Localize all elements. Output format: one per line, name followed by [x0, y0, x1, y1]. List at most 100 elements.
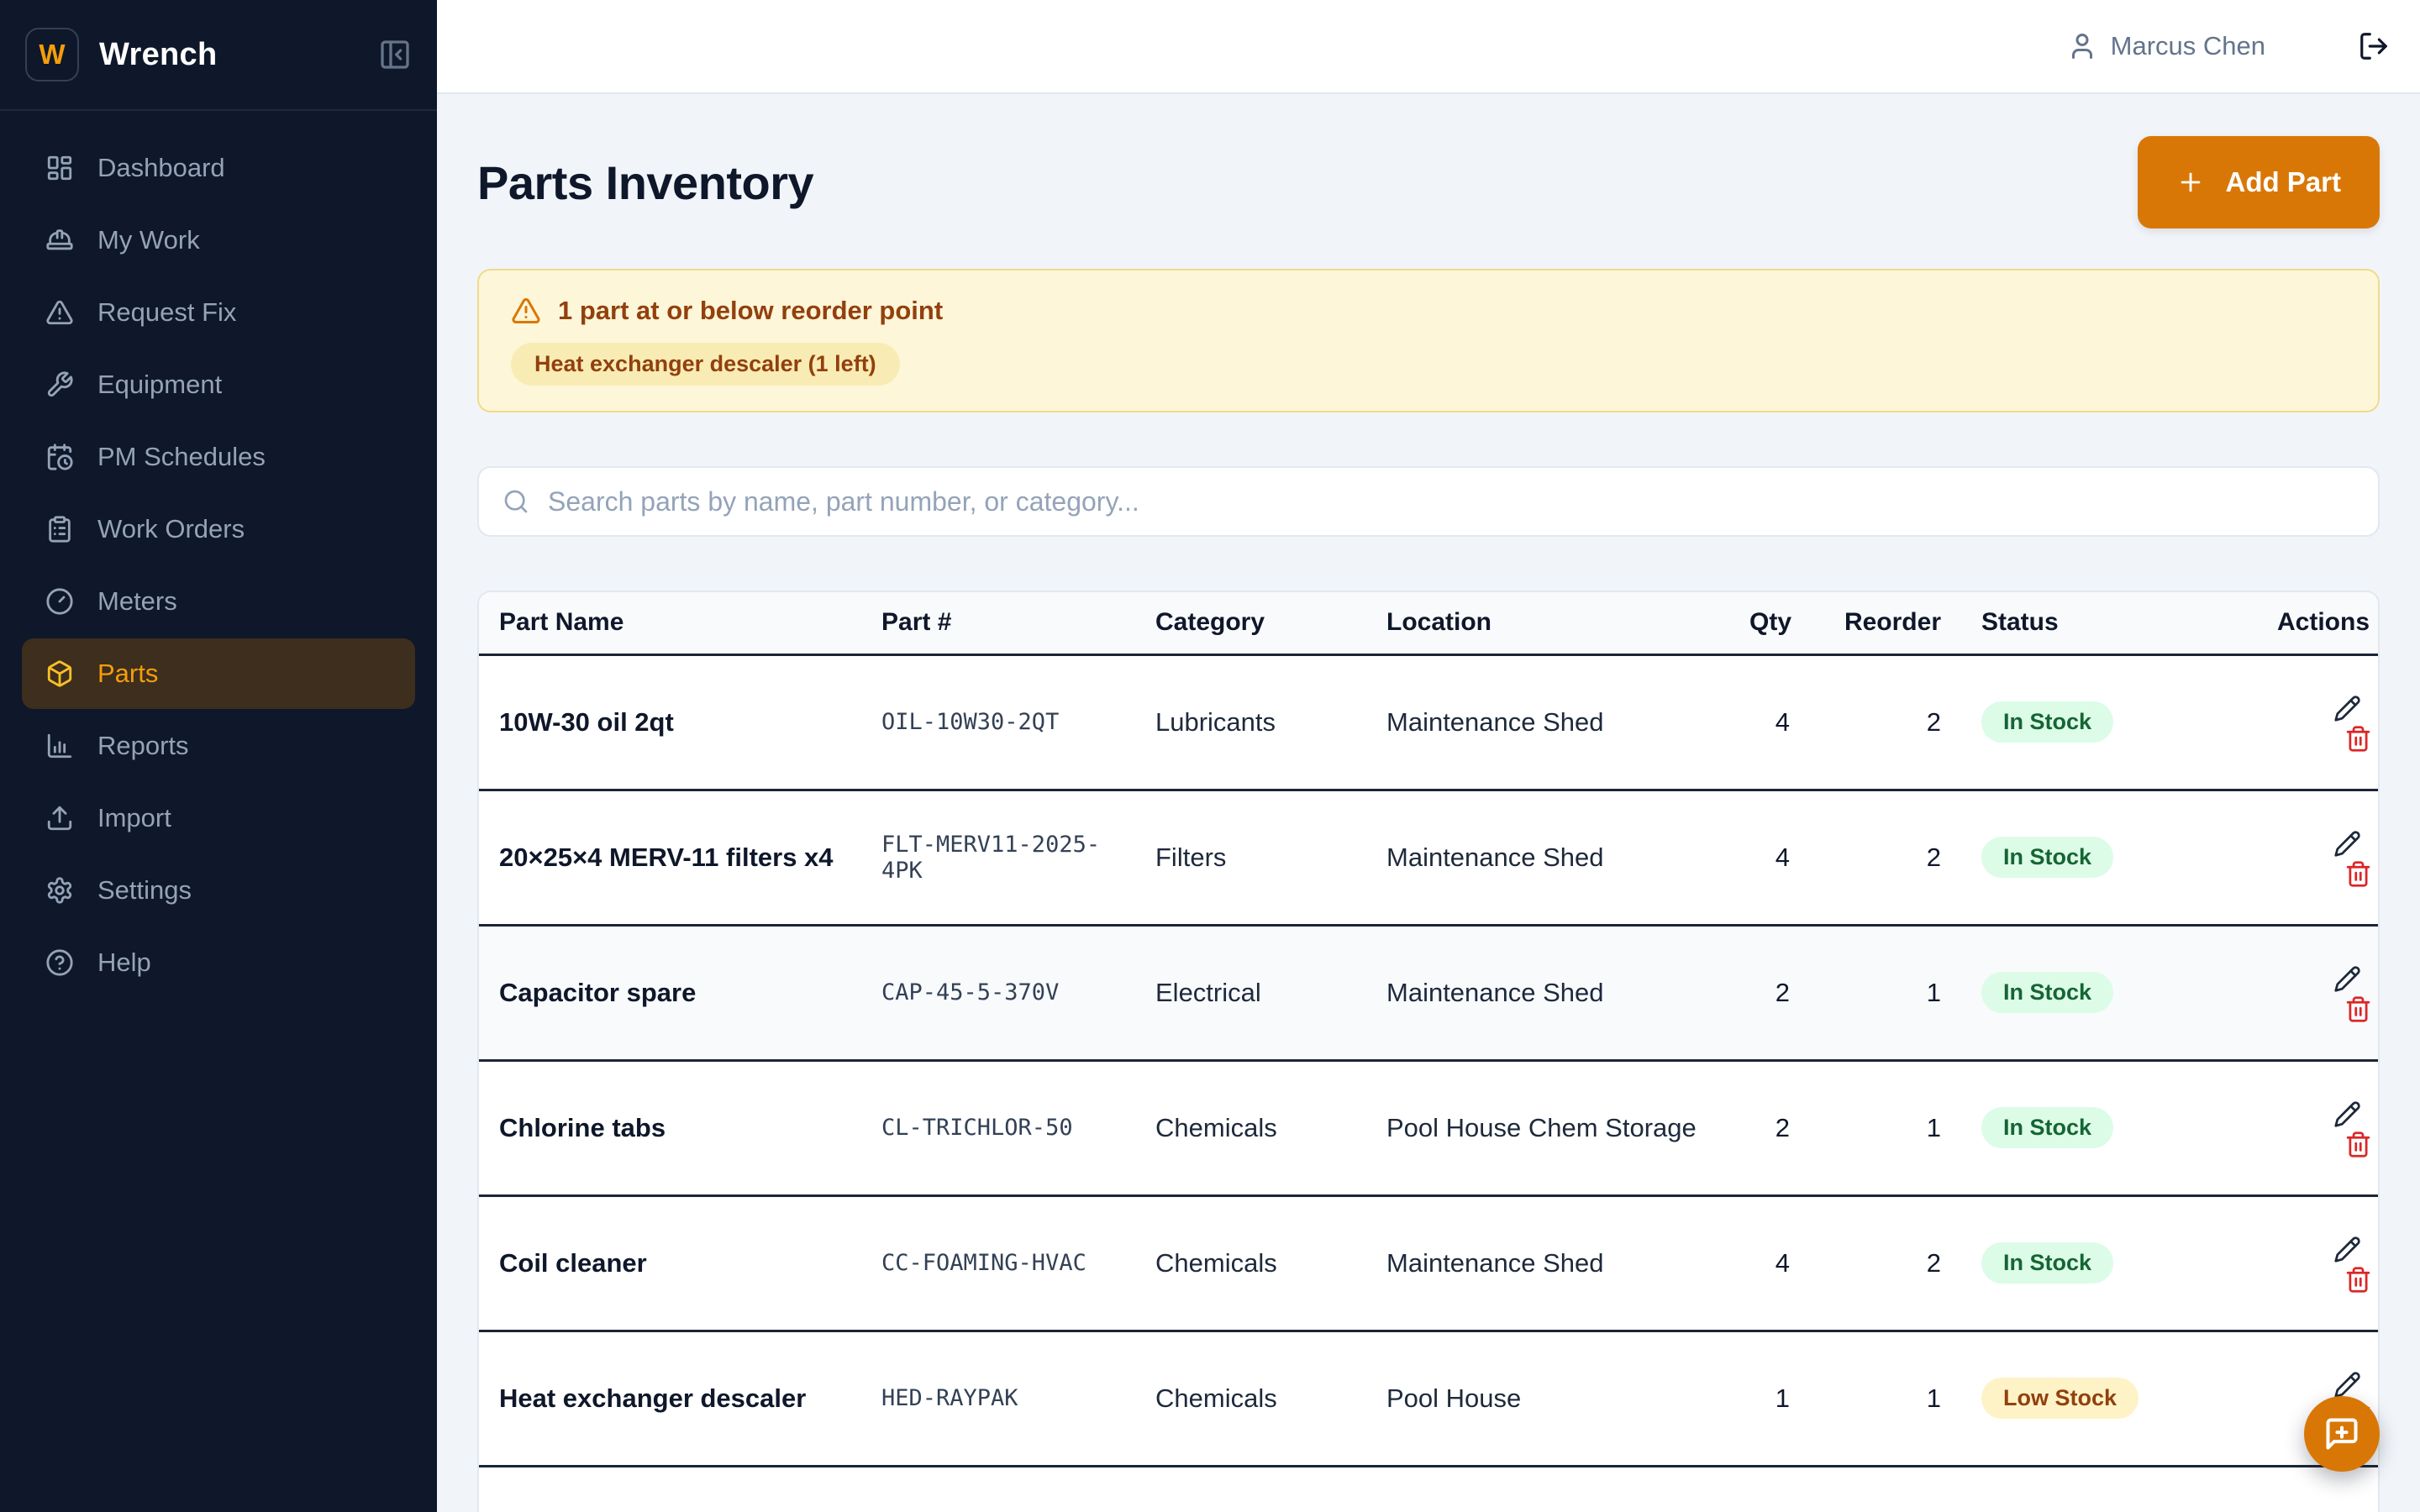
help-circle-icon — [45, 948, 74, 977]
part-reorder: 2 — [1810, 1195, 1961, 1332]
sidebar-item-my-work[interactable]: My Work — [22, 205, 415, 276]
sidebar-item-dashboard[interactable]: Dashboard — [22, 133, 415, 203]
sidebar: W Wrench Dashboard My Work Request Fix E… — [0, 0, 437, 1512]
sidebar-item-label: Settings — [97, 875, 192, 905]
warning-triangle-icon — [511, 296, 541, 326]
sidebar-item-pm-schedules[interactable]: PM Schedules — [22, 422, 415, 492]
part-location: Pool House Chem Storage — [1366, 1060, 1729, 1197]
sidebar-item-label: Import — [97, 803, 171, 832]
page-title: Parts Inventory — [477, 155, 814, 209]
part-qty: 2 — [1729, 1060, 1810, 1197]
part-number: HED-RAYPAK — [861, 1331, 1135, 1467]
sidebar-item-help[interactable]: Help — [22, 927, 415, 998]
edit-part-button[interactable] — [2333, 830, 2361, 858]
col-actions: Actions — [2257, 592, 2378, 656]
clipboard-list-icon — [45, 515, 74, 543]
alert-triangle-icon — [45, 298, 74, 327]
edit-part-button[interactable] — [2333, 965, 2361, 993]
brand-logo: W — [25, 28, 79, 81]
sidebar-item-equipment[interactable]: Equipment — [22, 349, 415, 420]
part-qty: 1 — [1729, 1331, 1810, 1467]
delete-part-button[interactable] — [2344, 860, 2372, 888]
sidebar-item-settings[interactable]: Settings — [22, 855, 415, 926]
sidebar-item-label: Work Orders — [97, 514, 245, 543]
sidebar-item-label: Equipment — [97, 370, 223, 399]
brand-logo-letter: W — [39, 39, 66, 70]
content: Parts Inventory Add Part 1 part at or be… — [437, 94, 2420, 1512]
col-reorder: Reorder — [1810, 592, 1961, 656]
part-name: Chlorine tabs — [479, 1060, 861, 1197]
log-out-icon — [2358, 30, 2390, 62]
add-part-button-label: Add Part — [2225, 166, 2341, 197]
status-badge: In Stock — [1981, 1107, 2114, 1148]
part-number: CC-FOAMING-HVAC — [861, 1195, 1135, 1332]
pencil-icon — [2333, 695, 2361, 722]
reorder-alert-title: 1 part at or below reorder point — [558, 296, 944, 325]
logout-button[interactable] — [2358, 30, 2390, 62]
sidebar-item-import[interactable]: Import — [22, 783, 415, 853]
part-location: Maintenance Shed — [1366, 925, 1729, 1062]
reorder-alert-banner: 1 part at or below reorder point Heat ex… — [477, 269, 2380, 412]
add-part-button[interactable]: Add Part — [2138, 136, 2380, 228]
user-menu[interactable]: Marcus Chen — [2067, 31, 2265, 61]
delete-part-button[interactable] — [2344, 1266, 2372, 1294]
edit-part-button[interactable] — [2333, 1236, 2361, 1263]
part-location: Maintenance Shed — [1366, 790, 1729, 927]
topbar: Marcus Chen — [437, 0, 2420, 94]
trash-icon — [2344, 995, 2372, 1023]
edit-part-button[interactable] — [2333, 1371, 2361, 1399]
user-name: Marcus Chen — [2110, 31, 2265, 60]
trash-icon — [2344, 860, 2372, 888]
delete-part-button[interactable] — [2344, 1131, 2372, 1158]
sidebar-item-work-orders[interactable]: Work Orders — [22, 494, 415, 564]
part-name: 10W-30 oil 2qt — [479, 654, 861, 791]
table-row: Capacitor spare CAP-45-5-370V Electrical… — [479, 925, 2378, 1062]
new-message-fab[interactable] — [2304, 1396, 2380, 1472]
part-name: Capacitor spare — [479, 925, 861, 1062]
dashboard-icon — [45, 154, 74, 182]
part-category: Lubricants — [1135, 654, 1366, 791]
sidebar-item-meters[interactable]: Meters — [22, 566, 415, 637]
part-category: Electrical — [1135, 925, 1366, 1062]
table-row: 20×25×4 MERV-11 filters x4 FLT-MERV11-20… — [479, 790, 2378, 927]
bar-chart-icon — [45, 732, 74, 760]
status-badge: In Stock — [1981, 837, 2114, 878]
col-status: Status — [1961, 592, 2257, 656]
col-part-name: Part Name — [479, 592, 861, 656]
col-category: Category — [1135, 592, 1366, 656]
status-badge: In Stock — [1981, 972, 2114, 1013]
col-qty: Qty — [1729, 592, 1810, 656]
sidebar-item-reports[interactable]: Reports — [22, 711, 415, 781]
part-number: CL-TRICHLOR-50 — [861, 1060, 1135, 1197]
brand-name: Wrench — [99, 36, 218, 72]
table-row: Coil cleaner CC-FOAMING-HVAC Chemicals M… — [479, 1195, 2378, 1332]
pencil-icon — [2333, 830, 2361, 858]
edit-part-button[interactable] — [2333, 695, 2361, 722]
sidebar-item-label: Reports — [97, 731, 189, 760]
edit-part-button[interactable] — [2333, 1100, 2361, 1128]
part-qty: 4 — [1729, 1195, 1810, 1332]
sidebar-item-label: Help — [97, 948, 151, 977]
search-input[interactable] — [546, 485, 2354, 518]
sidebar-item-request-fix[interactable]: Request Fix — [22, 277, 415, 348]
delete-part-button[interactable] — [2344, 725, 2372, 753]
pencil-icon — [2333, 1100, 2361, 1128]
trash-icon — [2344, 1131, 2372, 1158]
status-badge: Low Stock — [1981, 1378, 2139, 1419]
main-area: Marcus Chen Parts Inventory Add Part 1 p… — [437, 0, 2420, 1512]
sidebar-item-parts[interactable]: Parts — [22, 638, 415, 709]
part-number: FLT-MERV11-2025-4PK — [861, 790, 1135, 927]
table-header: Part Name Part # Category Location Qty R… — [479, 592, 2378, 656]
pencil-icon — [2333, 965, 2361, 993]
delete-part-button[interactable] — [2344, 995, 2372, 1023]
part-location: Maintenance Shed — [1366, 1195, 1729, 1332]
sidebar-item-label: Meters — [97, 586, 177, 616]
status-badge: In Stock — [1981, 1242, 2114, 1284]
calendar-clock-icon — [45, 443, 74, 471]
part-number: OIL-10W30-2QT — [861, 654, 1135, 791]
package-icon — [45, 659, 74, 688]
parts-table: Part Name Part # Category Location Qty R… — [479, 592, 2378, 1467]
trash-icon — [2344, 725, 2372, 753]
upload-icon — [45, 804, 74, 832]
sidebar-collapse-button[interactable] — [378, 38, 412, 71]
